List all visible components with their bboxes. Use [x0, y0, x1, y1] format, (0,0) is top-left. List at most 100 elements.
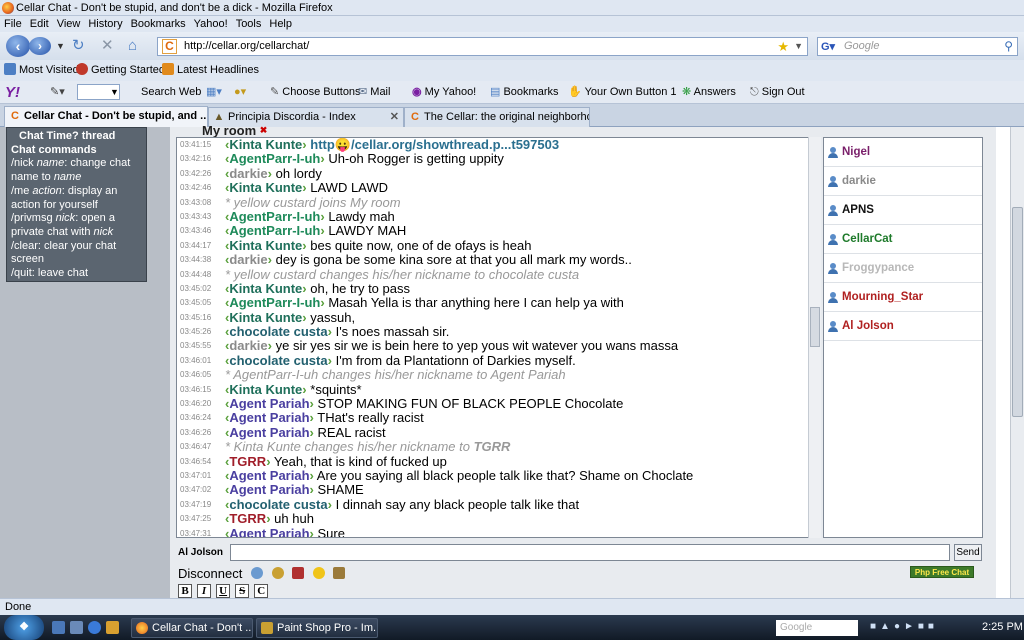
google-icon[interactable]: G▾ [821, 39, 835, 56]
message-time: 03:47:31 [180, 528, 212, 538]
message-nick[interactable]: ‹AgentParr-I-uh› [225, 151, 325, 166]
message-nick[interactable]: ‹Agent Pariah› [225, 468, 314, 483]
yahoo-bookmarks-button[interactable]: ▤ Bookmarks [490, 81, 559, 104]
message-nick[interactable]: ‹Kinta Kunte› [225, 281, 307, 296]
php-free-chat-badge[interactable]: Php Free Chat [910, 566, 974, 578]
ie-icon[interactable] [88, 621, 101, 634]
menu-help[interactable]: Help [265, 16, 296, 32]
bookmark-most-visited[interactable]: Most Visited [4, 60, 79, 81]
forward-button[interactable]: › [29, 37, 51, 55]
bold-button[interactable]: B [178, 584, 192, 598]
page-scrollbar[interactable] [1010, 127, 1024, 598]
clock-icon[interactable] [271, 567, 284, 579]
message-scrollbar-thumb[interactable] [810, 307, 820, 347]
start-button[interactable]: ❖ [4, 615, 44, 640]
italic-button[interactable]: I [197, 584, 212, 598]
switch-windows-icon[interactable] [70, 621, 83, 634]
lock-icon[interactable]: ●▾ [234, 81, 246, 104]
underline-button[interactable]: U [216, 584, 231, 598]
message-nick[interactable]: ‹Agent Pariah› [225, 526, 314, 537]
home-icon[interactable]: ⌂ [128, 38, 137, 54]
person-icon[interactable] [333, 567, 346, 579]
menu-history[interactable]: History [84, 16, 126, 32]
message-nick[interactable]: ‹Agent Pariah› [225, 425, 314, 440]
message-row: 03:45:02 ‹Kinta Kunte› oh, he try to pass [177, 281, 820, 296]
user-item[interactable]: darkie [824, 167, 982, 196]
stop-icon[interactable]: ✕ [101, 38, 114, 54]
menu-view[interactable]: View [53, 16, 85, 32]
message-nick[interactable]: ‹Agent Pariah› [225, 410, 314, 425]
my-yahoo-button[interactable]: ◉ My Yahoo! [412, 81, 476, 104]
message-nick[interactable]: ‹Agent Pariah› [225, 482, 314, 497]
users-icon[interactable] [250, 567, 263, 579]
bookmark-latest-headlines[interactable]: Latest Headlines [162, 60, 259, 81]
message-nick[interactable]: ‹Kinta Kunte› [225, 382, 307, 397]
close-room-icon[interactable]: ✖ [260, 125, 268, 135]
search-icon[interactable]: ⚲ [1004, 38, 1013, 55]
message-nick[interactable]: ‹darkie› [225, 166, 272, 181]
back-button[interactable]: ‹ [6, 35, 30, 57]
color-button[interactable]: C [254, 584, 269, 598]
message-nick[interactable]: ‹Kinta Kunte› [225, 180, 307, 195]
quicklaunch-icon[interactable] [106, 621, 119, 634]
pencil-icon[interactable]: ✎▾ [50, 81, 65, 104]
user-item[interactable]: CellarCat [824, 225, 982, 254]
your-own-button[interactable]: ✋ Your Own Button 1 [568, 81, 677, 104]
search-box[interactable]: G▾ Google ⚲ [817, 37, 1018, 56]
message-nick[interactable]: ‹chocolate custa› [225, 324, 332, 339]
message-nick[interactable]: ‹darkie› [225, 252, 272, 267]
chat-input[interactable] [230, 544, 950, 561]
taskbar-item-paint-shop-pro[interactable]: Paint Shop Pro - Im... [256, 618, 378, 638]
menu-file[interactable]: File [0, 16, 26, 32]
desktop-search-input[interactable]: Google [776, 620, 858, 636]
yahoo-logo-icon[interactable]: Y! [5, 81, 20, 104]
user-item[interactable]: Froggypance [824, 254, 982, 283]
yahoo-search-dropdown-icon[interactable]: ▼ [110, 81, 119, 104]
message-time: 03:46:26 [180, 427, 212, 437]
message-nick[interactable]: ‹darkie› [225, 338, 272, 353]
smiley-icon[interactable] [312, 567, 325, 579]
user-item[interactable]: APNS [824, 196, 982, 225]
menu-edit[interactable]: Edit [26, 16, 53, 32]
message-nick[interactable]: ‹AgentParr-I-uh› [225, 209, 325, 224]
strike-button[interactable]: S [235, 584, 250, 598]
sound-icon[interactable] [292, 567, 305, 579]
user-item[interactable]: Mourning_Star [824, 283, 982, 312]
bookmark-star-icon[interactable]: ★ [777, 38, 789, 55]
shield-icon[interactable]: ▦▾ [206, 81, 222, 104]
sign-out-button[interactable]: ⎋ Sign Out [750, 81, 805, 104]
show-desktop-icon[interactable] [52, 621, 65, 634]
menu-tools[interactable]: Tools [232, 16, 266, 32]
chat-time-thread-link[interactable]: Chat Time? thread [11, 130, 142, 144]
message-nick[interactable]: ‹Kinta Kunte› [225, 310, 307, 325]
message-nick[interactable]: ‹TGRR› [225, 454, 271, 469]
choose-buttons-button[interactable]: ✎ Choose Buttons [270, 81, 361, 104]
message-nick[interactable]: ‹chocolate custa› [225, 353, 332, 368]
message-nick[interactable]: ‹AgentParr-I-uh› [225, 295, 325, 310]
message-nick[interactable]: ‹Kinta Kunte› [225, 238, 307, 253]
message-nick[interactable]: ‹AgentParr-I-uh› [225, 223, 325, 238]
disconnect-link[interactable]: Disconnect [178, 566, 242, 581]
message-nick[interactable]: ‹Kinta Kunte› [225, 138, 307, 152]
url-bar[interactable]: C http://cellar.org/cellarchat/ ★ ▼ [157, 37, 808, 56]
room-tab[interactable]: My room ✖ [176, 124, 986, 137]
message-nick[interactable]: ‹TGRR› [225, 511, 271, 526]
message-link[interactable]: http😛/cellar.org/showthread.p...t597503 [310, 138, 559, 152]
url-dropdown-icon[interactable]: ▼ [794, 38, 803, 55]
send-button[interactable]: Send [954, 544, 982, 561]
bookmark-getting-started[interactable]: Getting Started [76, 60, 165, 81]
menu-bookmarks[interactable]: Bookmarks [127, 16, 190, 32]
user-item[interactable]: Al Jolson [824, 312, 982, 341]
answers-button[interactable]: ❋ Answers [682, 81, 736, 104]
message-scrollbar[interactable] [808, 137, 821, 538]
history-dropdown-icon[interactable]: ▼ [56, 38, 65, 54]
menu-yahoo[interactable]: Yahoo! [190, 16, 232, 32]
message-nick[interactable]: ‹chocolate custa› [225, 497, 332, 512]
mail-button[interactable]: ✉ Mail [358, 81, 390, 104]
page-scrollbar-thumb[interactable] [1012, 207, 1023, 417]
taskbar-item-cellar-chat[interactable]: Cellar Chat - Don't ... [131, 618, 253, 638]
message-nick[interactable]: ‹Agent Pariah› [225, 396, 314, 411]
search-web-button[interactable]: Search Web [141, 81, 201, 104]
user-item[interactable]: Nigel [824, 138, 982, 167]
reload-icon[interactable]: ↻ [72, 38, 85, 54]
